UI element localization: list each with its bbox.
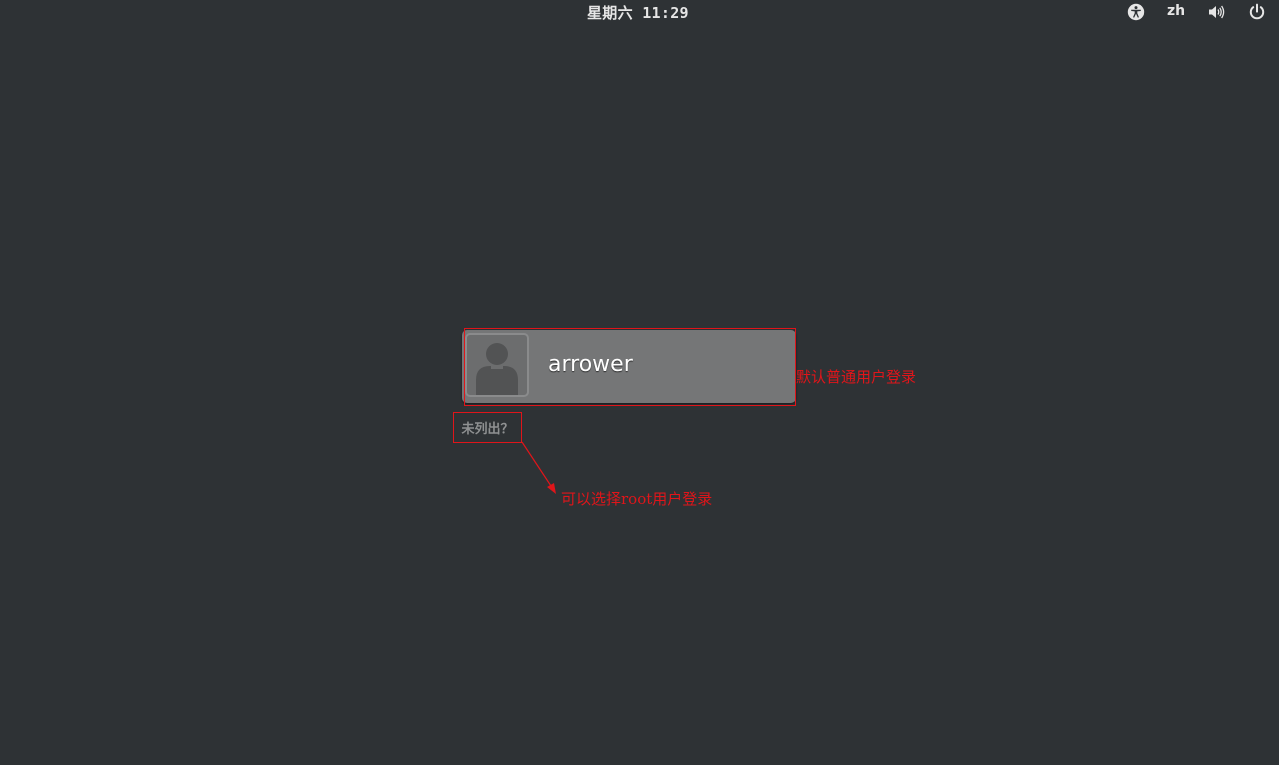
not-listed-button[interactable]: 未列出？ [453,412,522,443]
power-icon[interactable] [1247,2,1267,22]
user-avatar-icon [465,333,529,397]
user-list-item[interactable]: arrower [462,330,796,403]
clock[interactable]: 星期六 11:29 [587,2,689,23]
language-indicator[interactable]: zh [1167,3,1185,19]
username-label: arrower [548,352,633,377]
annotation-root-note: 可以选择root用户登录 [561,490,713,508]
top-bar: 星期六 11:29 zh [0,0,1279,24]
annotation-user-note: 默认普通用户登录 [796,368,917,386]
login-screen: 星期六 11:29 zh arrower 默认普通用户登录 未列出？ 可以选择r… [0,0,1279,765]
accessibility-icon[interactable] [1126,2,1146,22]
volume-icon[interactable] [1206,2,1226,22]
